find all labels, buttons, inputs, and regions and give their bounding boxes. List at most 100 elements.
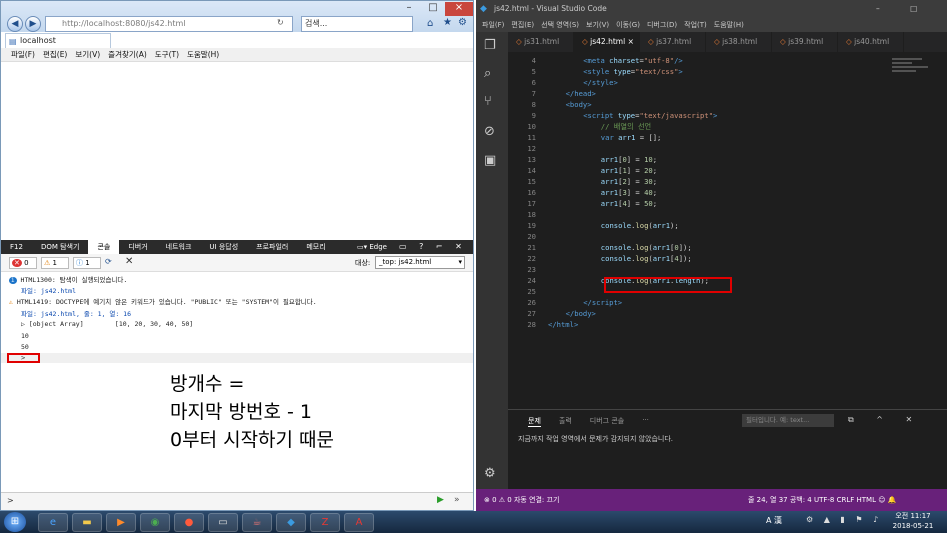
line-number: 6 [531,78,536,87]
java-taskbar-icon[interactable]: ☕ [242,513,272,532]
vs-menu-selection[interactable]: 선택 영역(S) [541,18,579,32]
menu-edit[interactable]: 편집(E) [43,48,67,61]
bandicam-taskbar-icon[interactable]: ● [174,513,204,532]
explorer-taskbar-icon[interactable]: ▬ [72,513,102,532]
vs-menu-debug[interactable]: 디버그(D) [647,18,677,32]
activity-bar: ❐ ⌕ ⑂ ⊘ ▣ ⚙ [476,32,508,489]
browser-tab[interactable]: ▤ localhost [5,33,111,48]
close-tab-icon[interactable]: × [628,37,634,46]
menu-tools[interactable]: 도구(T) [155,48,179,61]
minimap[interactable] [892,56,936,86]
forward-button[interactable]: ▶ [25,16,41,32]
tray-icons[interactable]: ⚙ ▲ ▮ ⚑ ♪ [806,515,882,524]
code-line: console.log(arr1[0]); [600,243,692,252]
devtools-tab-debugger[interactable]: 디버거 [119,240,156,254]
console-prompt-row[interactable] [1,353,473,363]
status-right[interactable]: 줄 24, 열 37 공백: 4 UTF-8 CRLF HTML ☺ 🔔 [748,493,896,507]
devtools-tab-memory[interactable]: 메모리 [297,240,334,254]
extensions-icon[interactable]: ▣ [484,153,496,168]
line-number: 15 [527,177,536,186]
editor-tab[interactable]: ◇ js31.html [508,32,574,52]
panel-tab-debug-console[interactable]: 디버그 콘솔 [590,416,624,427]
panel-tab-output[interactable]: 출력 [559,416,572,427]
vs-menu-go[interactable]: 이동(G) [616,18,640,32]
panel-more-menu[interactable]: ··· [642,416,649,427]
vs-menu-tasks[interactable]: 작업(T) [684,18,707,32]
html-file-icon: ◇ [714,37,723,46]
menu-view[interactable]: 보기(V) [75,48,100,61]
console-prompt-highlight[interactable]: > [7,353,40,363]
back-button[interactable]: ◀ [7,16,23,32]
clock[interactable]: 오전 11:17 2018-05-21 [888,511,938,531]
devtools-tab-ui[interactable]: UI 응답성 [200,240,247,254]
info-filter[interactable]: ⓘ 1 [73,257,101,269]
panel-filter-input[interactable]: 필터입니다. 예: text... [742,414,834,427]
source-control-icon[interactable]: ⑂ [484,94,492,109]
ie-taskbar-icon[interactable]: e [38,513,68,532]
warning-filter[interactable]: ⚠ 1 [41,257,69,269]
html-file-icon: ◇ [582,37,591,46]
ime-indicator[interactable]: A 漢 [766,515,782,526]
search-icon[interactable]: ⌕ [484,66,491,81]
chrome-taskbar-icon[interactable]: ◉ [140,513,170,532]
vscode-taskbar-icon[interactable]: ◆ [276,513,306,532]
menu-favorites[interactable]: 즐겨찾기(A) [108,48,147,61]
editor-tab[interactable]: ◇ js39.html [772,32,838,52]
editor-tab[interactable]: ◇ js37.html [640,32,706,52]
settings-gear-icon[interactable]: ⚙ [458,17,467,28]
close-button[interactable]: × [445,2,473,16]
vs-menu-view[interactable]: 보기(V) [586,18,609,32]
refresh-icon[interactable]: ↻ [277,18,284,27]
target-select[interactable]: _top: js42.html ▾ [375,256,465,269]
devtools-tab-console[interactable]: 콘솔 [88,240,120,254]
editor-tab-active[interactable]: ◇ js42.html × [574,32,640,52]
explorer-icon[interactable]: ❐ [484,38,496,53]
status-left[interactable]: ⊗ 0 ⚠ 0 자동 연결: 끄기 [484,493,559,507]
menu-help[interactable]: 도움말(H) [187,48,219,61]
console-input[interactable]: > ▶ » [1,492,473,510]
annotation-note: 방개수 = 마지막 방번호 - 1 0부터 시작하기 때문 [170,370,334,454]
console-text: HTML1300: 탐색이 실행되었습니다. [20,276,128,284]
console-file-link[interactable]: 파일: js42.html [21,285,76,295]
console-object-array[interactable]: ▷ [object Array] [10, 20, 30, 40, 50] [21,320,193,328]
devtools-tab-f12[interactable]: F12 [1,240,32,254]
minimize-button[interactable]: – [397,2,421,16]
maximize-button[interactable]: □ [421,2,445,16]
run-icon[interactable]: ▶ [437,495,444,505]
panel-controls[interactable]: ⧉ ^ ✕ [848,415,922,425]
devtools-tab-profiler[interactable]: 프로파일러 [247,240,297,254]
favorites-icon[interactable]: ★ [443,17,452,28]
editor-tab[interactable]: ◇ js38.html [706,32,772,52]
cmd-taskbar-icon[interactable]: ▭ [208,513,238,532]
clear-console-icon[interactable]: ✕ [125,256,133,267]
search-input[interactable]: 검색... [301,16,413,32]
clear-on-nav-icon[interactable]: ⟳ [105,257,112,266]
error-filter[interactable]: ✕ 0 [9,257,37,269]
line-number: 14 [527,166,536,175]
filezilla-taskbar-icon[interactable]: Z [310,513,340,532]
code-line: arr1[3] = 40; [600,188,658,197]
start-button[interactable]: ⊞ [4,512,26,532]
vs-menu-help[interactable]: 도움말(H) [714,18,744,32]
media-taskbar-icon[interactable]: ▶ [106,513,136,532]
tab-label: js40.html [854,37,890,46]
devtools-tab-network[interactable]: 네트워크 [157,240,201,254]
tab-label: js39.html [788,37,824,46]
devtools-tab-dom[interactable]: DOM 탐색기 [32,240,89,254]
vs-menu-file[interactable]: 파일(F) [482,18,504,32]
code-line: console.log(arr1[4]); [600,254,692,263]
manage-gear-icon[interactable]: ⚙ [484,466,496,481]
home-icon[interactable]: ⌂ [427,18,433,29]
editor-tab[interactable]: ◇ js40.html [838,32,904,52]
debug-icon[interactable]: ⊘ [484,124,495,139]
code-editor[interactable]: 4 <meta charset="utf-8"/> 5 <style type="te… [508,52,888,402]
expand-icon[interactable]: » [454,495,460,505]
menu-file[interactable]: 파일(F) [11,48,35,61]
devtools-controls[interactable]: ▭ ? ⌐ ✕ [399,240,467,254]
pdf-taskbar-icon[interactable]: A [344,513,374,532]
panel-tab-problems[interactable]: 문제 [528,416,541,427]
vs-menu-edit[interactable]: 편집(E) [511,18,534,32]
console-file-link[interactable]: 파일: js42.html, 줄: 1, 열: 16 [21,308,131,318]
emulation-selector[interactable]: ▭▾ Edge [357,240,387,254]
address-bar[interactable]: http://localhost:8080/js42.html [45,16,293,32]
